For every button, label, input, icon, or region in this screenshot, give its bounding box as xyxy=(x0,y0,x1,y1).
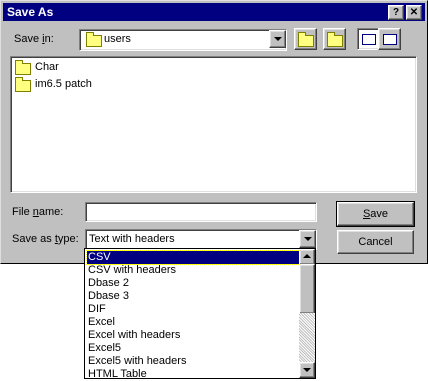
help-button[interactable]: ? xyxy=(388,5,404,20)
save-button[interactable]: Save xyxy=(336,201,415,227)
option-dif[interactable]: DIF xyxy=(87,303,302,316)
option-html-table[interactable]: HTML Table xyxy=(87,368,302,381)
dropdown-scrollbar[interactable] xyxy=(299,249,315,378)
save-as-type-label: Save as type: xyxy=(12,233,79,245)
option-excel5[interactable]: Excel5 xyxy=(87,342,302,355)
file-list[interactable]: Char im6.5 patch xyxy=(10,56,417,193)
scroll-thumb[interactable] xyxy=(299,264,315,314)
cancel-button[interactable]: Cancel xyxy=(337,230,414,254)
folder-icon xyxy=(15,60,31,75)
title-bar[interactable]: Save As ? ✕ xyxy=(3,3,425,21)
save-in-combo[interactable]: users xyxy=(79,29,287,51)
list-view-button[interactable] xyxy=(357,28,380,50)
close-button[interactable]: ✕ xyxy=(406,5,422,20)
option-excel5-with-headers[interactable]: Excel5 with headers xyxy=(87,355,302,368)
option-csv-with-headers[interactable]: CSV with headers xyxy=(87,264,302,277)
option-excel[interactable]: Excel xyxy=(87,316,302,329)
option-excel-with-headers[interactable]: Excel with headers xyxy=(87,329,302,342)
up-folder-icon xyxy=(298,32,314,47)
folder-icon xyxy=(86,32,102,47)
scroll-track[interactable] xyxy=(299,313,315,363)
save-as-type-value: Text with headers xyxy=(89,233,175,245)
file-name-label: File name: xyxy=(12,206,64,218)
help-icon: ? xyxy=(392,7,400,18)
option-dbase-3[interactable]: Dbase 3 xyxy=(87,290,302,303)
save-as-type-dropdown-button[interactable] xyxy=(299,230,316,248)
arrow-down-icon xyxy=(303,368,311,372)
details-view-button[interactable] xyxy=(378,28,401,50)
file-item-label: Char xyxy=(35,61,59,73)
option-dbase-2[interactable]: Dbase 2 xyxy=(87,277,302,290)
close-icon: ✕ xyxy=(409,7,419,18)
file-name-input[interactable] xyxy=(85,202,317,222)
scroll-up-button[interactable] xyxy=(299,249,315,265)
save-as-dialog: Save As ? ✕ Save in: users Char im6.5 pa… xyxy=(0,0,428,264)
arrow-up-icon xyxy=(303,254,311,258)
save-in-value: users xyxy=(104,33,131,45)
up-one-level-button[interactable] xyxy=(294,28,317,50)
details-view-icon xyxy=(383,34,397,45)
dialog-title: Save As xyxy=(7,5,54,19)
chevron-down-icon xyxy=(274,37,282,41)
option-csv[interactable]: CSV xyxy=(86,250,303,265)
save-in-label: Save in: xyxy=(14,33,54,45)
chevron-down-icon xyxy=(304,237,312,241)
save-as-type-combo[interactable]: Text with headers xyxy=(85,229,317,250)
folder-icon xyxy=(15,77,31,92)
list-view-icon xyxy=(362,34,376,45)
new-folder-icon xyxy=(327,32,343,47)
scroll-down-button[interactable] xyxy=(299,362,315,378)
save-in-dropdown-button[interactable] xyxy=(269,30,286,48)
file-item-label: im6.5 patch xyxy=(35,78,92,90)
type-dropdown-list[interactable]: CSV CSV with headers Dbase 2 Dbase 3 DIF… xyxy=(84,248,316,381)
create-new-folder-button[interactable] xyxy=(323,28,346,50)
